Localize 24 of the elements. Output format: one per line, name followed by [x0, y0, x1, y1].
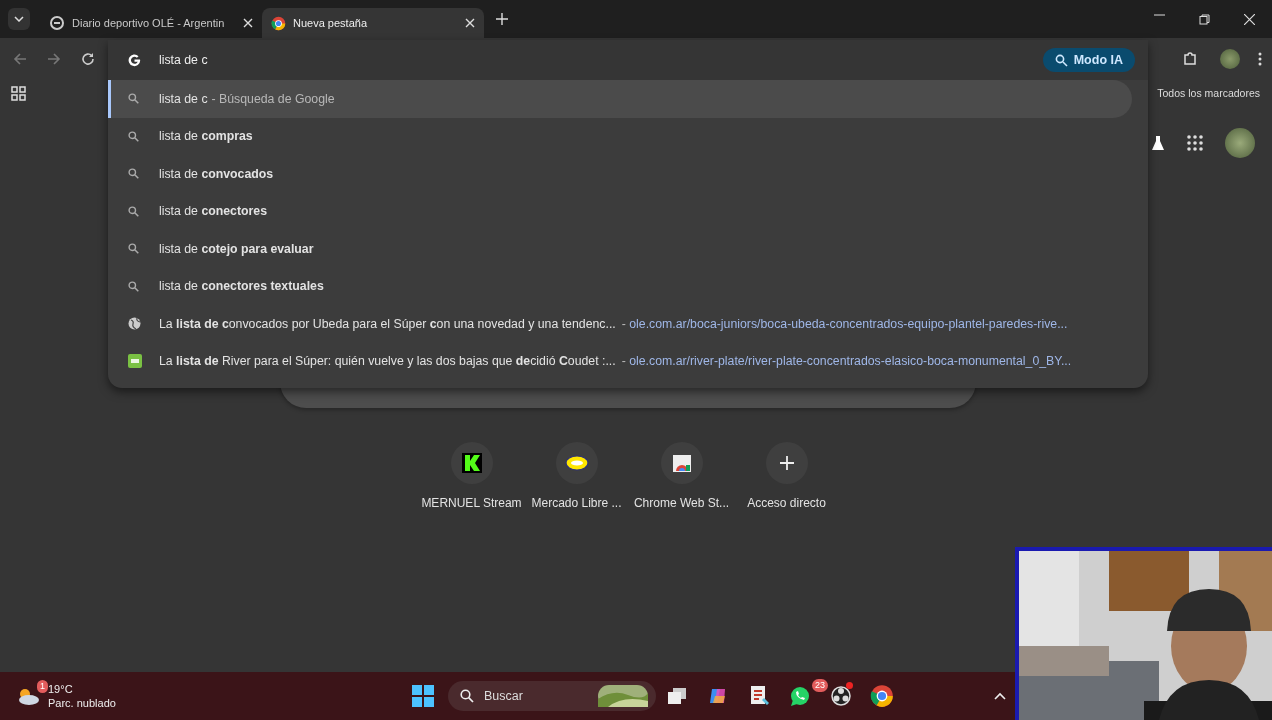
- shortcut-tile[interactable]: Acceso directo: [734, 442, 839, 510]
- suggestion-item[interactable]: lista de c - Búsqueda de Google: [108, 80, 1132, 118]
- shortcut-tile[interactable]: MERNUEL Stream: [419, 442, 524, 510]
- suggestion-item[interactable]: lista de compras: [108, 117, 1148, 155]
- shortcut-tile[interactable]: Mercado Libre ...: [524, 442, 629, 510]
- ai-mode-button[interactable]: Modo IA: [1042, 48, 1135, 72]
- suggestion-item[interactable]: lista de conectores: [108, 192, 1148, 230]
- browser-tab[interactable]: Nueva pestaña: [262, 8, 484, 38]
- temperature: 19°C: [48, 683, 74, 695]
- all-bookmarks-link[interactable]: Todos los marcadores: [1157, 87, 1262, 99]
- taskbar-search-field[interactable]: Buscar: [448, 681, 656, 711]
- tab-title: Nueva pestaña: [293, 17, 368, 29]
- notification-badge: 23: [812, 679, 828, 692]
- suggestion-item[interactable]: lista de convocados: [108, 155, 1148, 193]
- shortcut-tile[interactable]: Chrome Web St...: [629, 442, 734, 510]
- tab-title: Diario deportivo OLÉ - Argentin: [72, 17, 226, 29]
- address-field[interactable]: lista de c: [159, 53, 1025, 67]
- browser-tab[interactable]: Diario deportivo OLÉ - Argentin: [40, 8, 262, 38]
- suggestion-item[interactable]: lista de conectores textuales: [108, 267, 1148, 305]
- suggestion-item[interactable]: La lista de River para el Súper: quién vuelve y las dos bajas que decidió Coudet :... - ole.com.ar/river-plate/river-plate-concentrados-elasico-boca-monumental_0_BY...: [108, 342, 1148, 380]
- weather-condition: Parc. nublado: [48, 697, 116, 709]
- suggestion-item[interactable]: lista de cotejo para evaluar: [108, 230, 1148, 268]
- notification-badge: 1: [37, 680, 48, 693]
- suggestion-item[interactable]: La lista de convocados por Ubeda para el Súper con una novedad y una tendenc... - ole.com.ar/boca-juniors/boca-ubeda-concentrados-equipo-plantel-paredes-rive...: [108, 305, 1148, 343]
